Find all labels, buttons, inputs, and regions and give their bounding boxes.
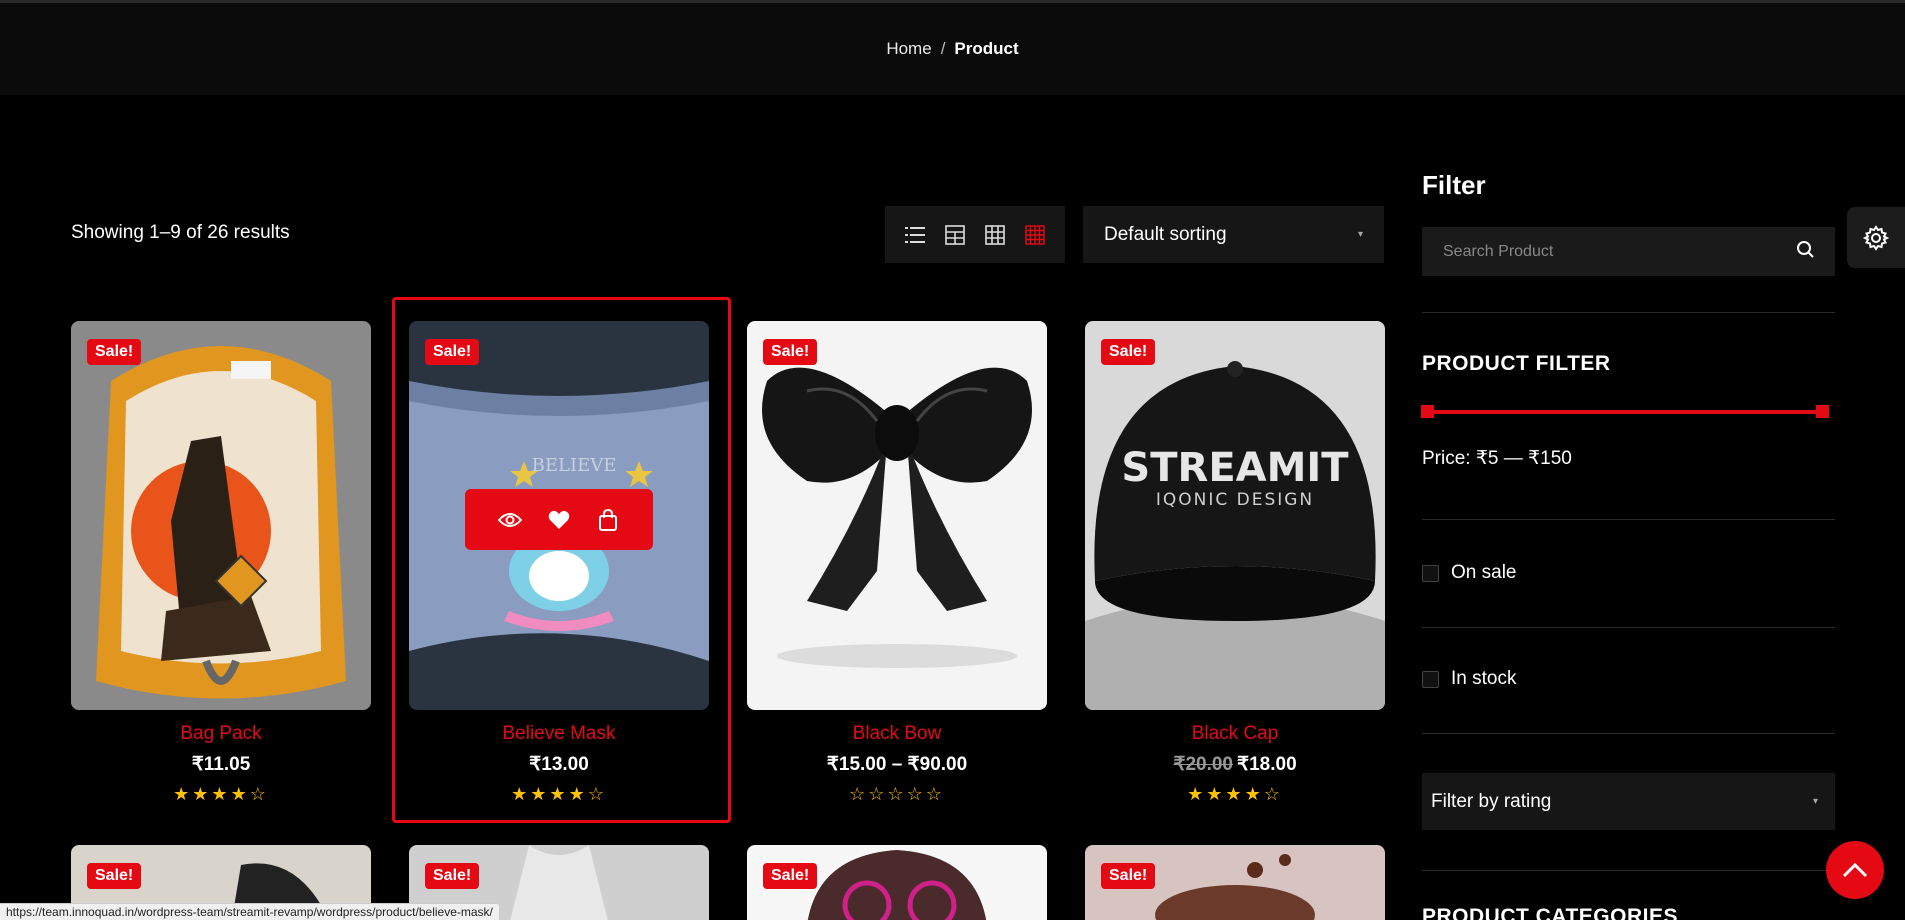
product-title[interactable]: Black Cap (1085, 723, 1385, 745)
status-bar-url: https://team.innoquad.in/wordpress-team/… (0, 903, 500, 920)
search-placeholder: Search Product (1443, 242, 1554, 260)
chevron-down-icon: ▾ (1812, 796, 1818, 807)
rating-select-value: Filter by rating (1431, 790, 1552, 812)
breadcrumb-separator: / (940, 39, 946, 58)
divider (1422, 519, 1835, 520)
product-title[interactable]: Black Bow (747, 723, 1047, 745)
wishlist-heart-icon[interactable] (545, 506, 573, 534)
price-range-max-handle[interactable] (1816, 405, 1829, 418)
sale-badge: Sale! (87, 863, 142, 889)
product-filter-title: PRODUCT FILTER (1422, 352, 1611, 375)
product-image-black-bow[interactable]: Sale! (747, 321, 1047, 710)
sale-badge: Sale! (763, 863, 818, 889)
sale-badge: Sale! (763, 339, 818, 365)
cap-print-line1: STREAMIT (1121, 445, 1349, 491)
price-current: ₹11.05 (191, 754, 251, 775)
cap-print-line2: IQONIC DESIGN (1156, 490, 1314, 510)
view-mode-switcher (885, 206, 1065, 263)
sale-badge: Sale! (1101, 863, 1156, 889)
price-current: ₹13.00 (529, 754, 589, 775)
product-title[interactable]: Bag Pack (71, 723, 371, 745)
product-image-believe-mask[interactable]: BELIEVE Sale! (409, 321, 709, 710)
sale-badge: Sale! (425, 863, 480, 889)
product-image-bag-pack[interactable]: Sale! (71, 321, 371, 710)
price-range-slider[interactable] (1421, 405, 1829, 418)
gear-icon (1863, 224, 1889, 251)
product-price: ₹15.00 – ₹90.00 (747, 753, 1047, 776)
checkbox-box[interactable] (1422, 564, 1439, 582)
product-price: ₹13.00 (409, 753, 709, 776)
product-categories-title: PRODUCT CATEGORIES (1422, 905, 1678, 920)
mask-print-text: BELIEVE (532, 455, 617, 476)
search-product-input[interactable]: Search Product (1422, 227, 1835, 276)
product-image-black-cap[interactable]: STREAMIT IQONIC DESIGN Sale! (1085, 321, 1385, 710)
checkbox-box[interactable] (1422, 670, 1439, 688)
checkbox-label: On sale (1451, 562, 1517, 583)
breadcrumb-home-link[interactable]: Home (886, 39, 931, 59)
divider (1422, 627, 1835, 628)
product-card-row2-4[interactable]: Sale! (1085, 845, 1385, 920)
divider (1422, 733, 1835, 734)
price-current: ₹18.00 (1237, 754, 1297, 775)
scroll-to-top-button[interactable] (1826, 841, 1884, 899)
sale-badge: Sale! (87, 339, 142, 365)
on-sale-checkbox[interactable]: On sale (1422, 562, 1516, 584)
settings-panel-toggle[interactable] (1847, 207, 1905, 268)
divider (1422, 870, 1835, 871)
price-current: ₹15.00 – ₹90.00 (826, 754, 968, 775)
checkbox-label: In stock (1451, 668, 1517, 689)
star-rating: ★★★★☆ (173, 784, 269, 804)
price-range-min-handle[interactable] (1421, 405, 1434, 418)
add-to-cart-bag-icon[interactable] (594, 506, 622, 534)
sale-badge: Sale! (425, 339, 480, 365)
grid-2-icon[interactable] (942, 222, 968, 248)
sale-badge: Sale! (1101, 339, 1156, 365)
breadcrumb-current: Product (954, 39, 1019, 58)
product-title[interactable]: Believe Mask (409, 723, 709, 745)
product-price: ₹20.00 ₹18.00 (1085, 753, 1385, 776)
grid-4-icon[interactable] (1022, 222, 1048, 248)
list-view-icon[interactable] (902, 222, 928, 248)
star-rating: ★★★★☆ (1187, 784, 1283, 804)
star-rating: ★★★★☆ (511, 784, 607, 804)
breadcrumb: Home / Product (0, 3, 1905, 95)
product-card-row2-3[interactable]: Sale! (747, 845, 1047, 920)
filter-title: Filter (1422, 170, 1486, 200)
sorting-select[interactable]: Default sorting ▾ (1083, 206, 1384, 263)
in-stock-checkbox[interactable]: In stock (1422, 668, 1516, 690)
chevron-up-icon (1842, 862, 1868, 878)
chevron-down-icon: ▾ (1357, 229, 1363, 240)
price-range-label: Price: ₹5 — ₹150 (1422, 448, 1572, 469)
grid-3-icon[interactable] (982, 222, 1008, 248)
product-hover-actions (465, 489, 653, 550)
quick-view-eye-icon[interactable] (496, 506, 524, 534)
price-old: ₹20.00 (1173, 754, 1233, 775)
star-rating: ☆☆☆☆☆ (849, 784, 945, 804)
divider (1422, 312, 1835, 313)
sorting-selected: Default sorting (1104, 223, 1227, 245)
search-icon[interactable] (1796, 240, 1814, 263)
product-price: ₹11.05 (71, 753, 371, 776)
results-count: Showing 1–9 of 26 results (71, 222, 290, 243)
filter-by-rating-select[interactable]: Filter by rating ▾ (1422, 773, 1835, 830)
